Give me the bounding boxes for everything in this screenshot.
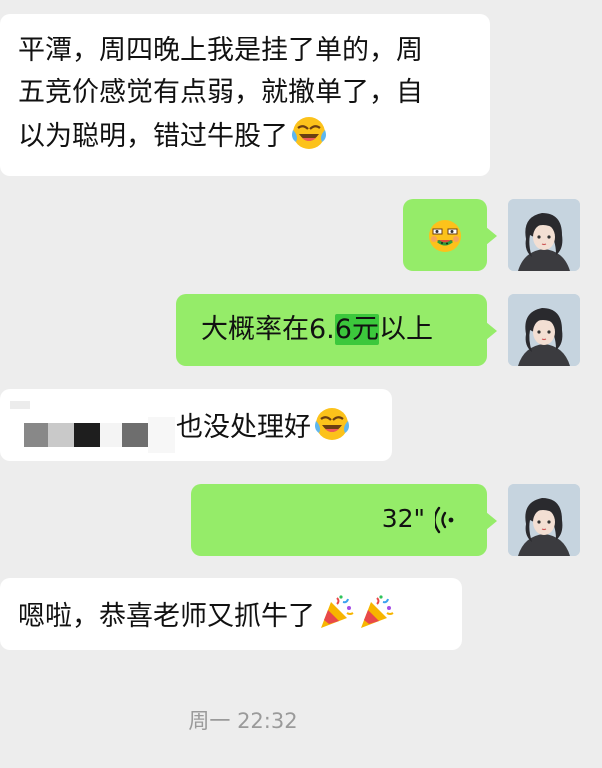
highlighted-price-text: 6元 [334,314,379,345]
voice-message-bubble[interactable]: 32" [191,484,497,556]
crying-laughing-emoji-icon [313,405,351,443]
message-text-line-1: 平潭，周四晚上我是挂了单的，周 [18,35,423,66]
message-text-wrap: 也没处理好 [176,405,351,449]
message-text: 嗯啦，恭喜老师又抓牛了 [18,601,315,632]
message-text-line-2: 五竞价感觉有点弱，就撤单了，自 [18,77,423,108]
message-text-line-3: 以为聪明，错过牛股了 [18,121,288,152]
message-bubble-incoming-3[interactable]: 嗯啦，恭喜老师又抓牛了 [0,578,462,650]
voice-wave-icon [433,505,459,534]
party-popper-emoji-icon [317,594,355,632]
eating-emoji-icon [425,216,465,256]
crying-laughing-emoji-icon [290,114,328,152]
pixelated-redaction [10,397,175,468]
message-bubble-outgoing-emoji[interactable] [403,199,497,271]
message-bubble-incoming-1[interactable]: 平潭，周四晚上我是挂了单的，周 五竞价感觉有点弱，就撤单了，自 以为聪明，错过牛… [0,14,490,176]
avatar-self-3[interactable] [508,484,580,556]
message-text: 也没处理好 [176,412,311,443]
voice-duration: 32" [381,504,425,533]
message-bubble-outgoing-price[interactable]: 大概率在6.6元以上 [176,294,497,366]
avatar-self-2[interactable] [508,294,580,366]
message-bubble-incoming-2[interactable]: 也没处理好 [0,389,392,461]
message-text-line-3-wrap: 以为聪明，错过牛股了 [18,114,490,158]
party-popper-emoji-icon [357,594,395,632]
avatar-self-1[interactable] [508,199,580,271]
price-prefix-text: 大概率在 [201,314,309,345]
price-value-text: 6. [309,314,335,345]
message-timestamp: 周一 22:32 [188,709,298,733]
price-suffix-text: 以上 [378,314,433,345]
